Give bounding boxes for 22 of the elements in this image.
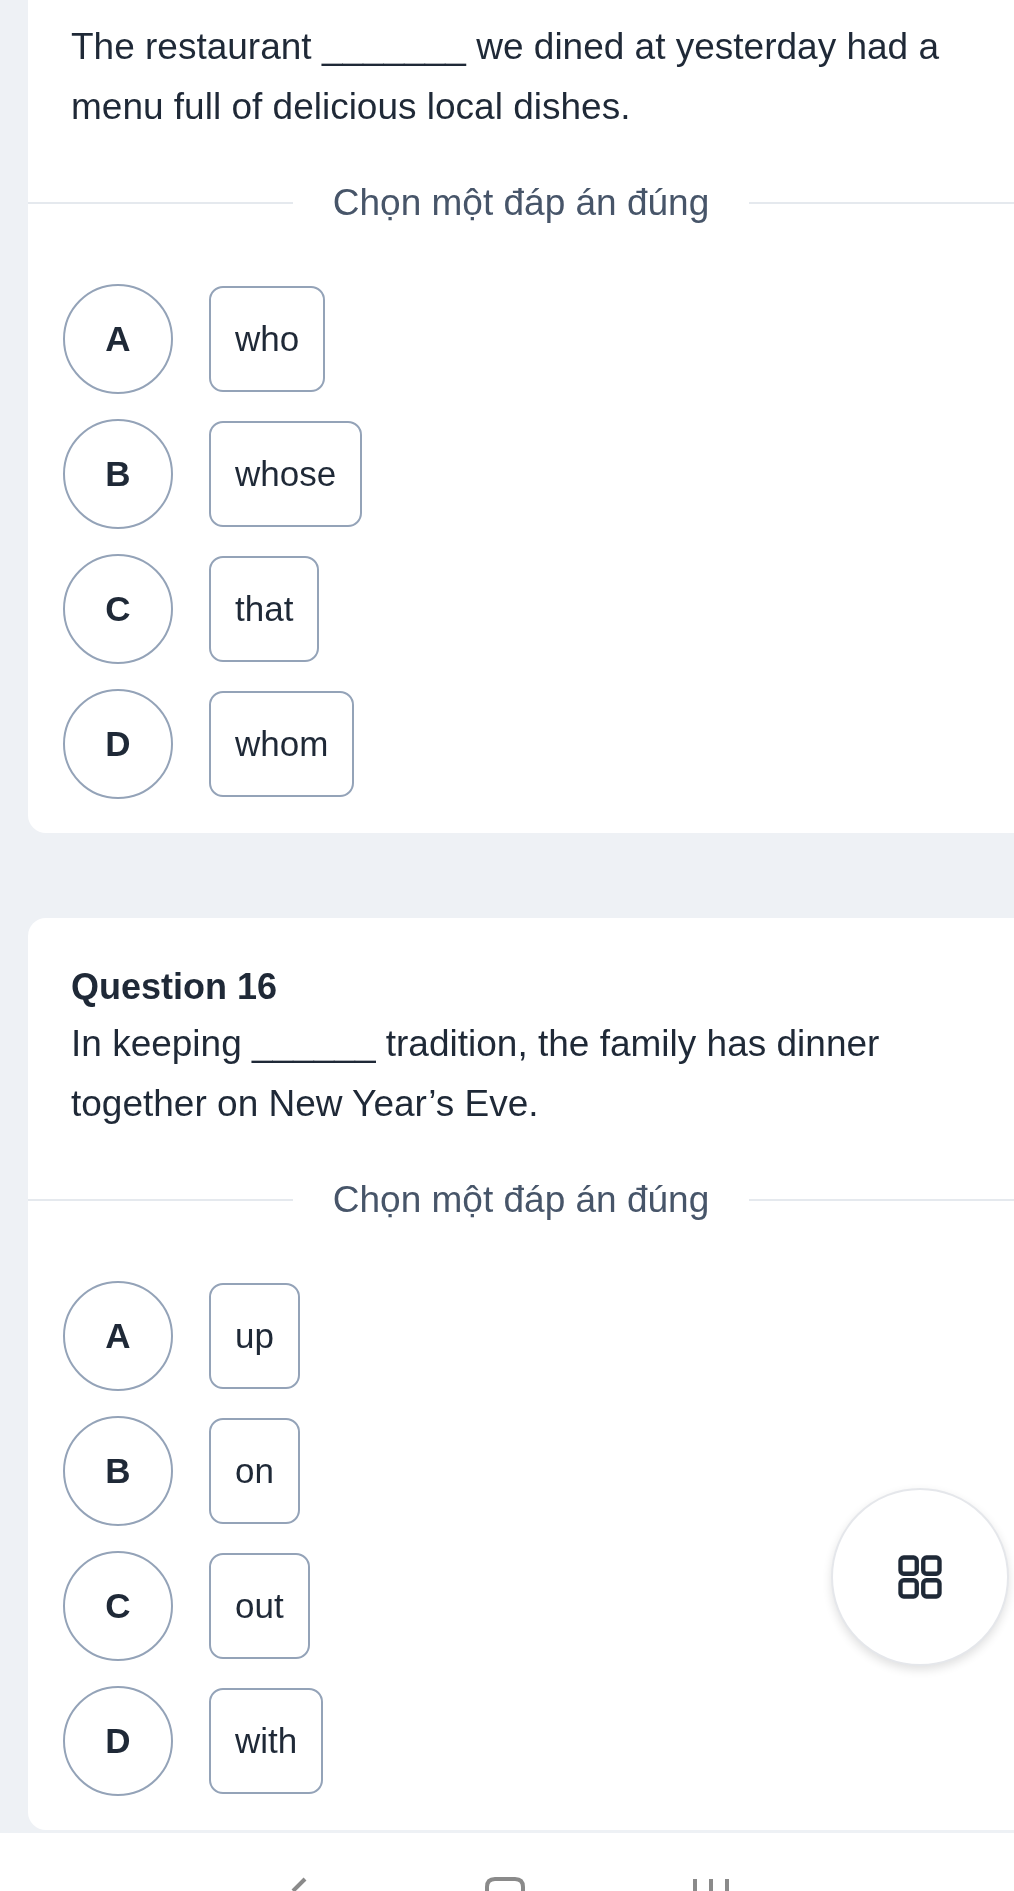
answer-option[interactable]: on bbox=[209, 1418, 300, 1524]
answer-option[interactable]: who bbox=[209, 286, 326, 392]
question-text: In keeping ______ tradition, the family has dinner together on New Year’s Eve. bbox=[71, 1022, 881, 1126]
option-letter-button[interactable]: B bbox=[63, 1416, 173, 1526]
option-letter-button[interactable]: D bbox=[63, 689, 173, 799]
answer-option[interactable]: with bbox=[209, 1688, 324, 1794]
answer-option[interactable]: that bbox=[209, 556, 320, 662]
answer-option[interactable]: up bbox=[209, 1283, 300, 1389]
question-title: Question 16 bbox=[71, 966, 279, 1008]
instruction-label: Chọn một đáp án đúng bbox=[331, 1179, 711, 1221]
option-letter-button[interactable]: A bbox=[63, 1281, 173, 1391]
option-letter-button[interactable]: B bbox=[63, 419, 173, 529]
option-letter-button[interactable]: C bbox=[63, 554, 173, 664]
question-text: The restaurant _______ we dined at yesterday had a menu full of delicious local dishes. bbox=[71, 25, 941, 129]
option-letter-button[interactable]: C bbox=[63, 1551, 173, 1661]
answer-option[interactable]: out bbox=[209, 1553, 310, 1659]
option-letter-button[interactable]: A bbox=[63, 284, 173, 394]
instruction-label: Chọn một đáp án đúng bbox=[331, 182, 711, 224]
option-letter-button[interactable]: D bbox=[63, 1686, 173, 1796]
answer-option[interactable]: whose bbox=[209, 421, 363, 527]
answer-option[interactable]: whom bbox=[209, 691, 355, 797]
home-icon[interactable] bbox=[483, 1877, 527, 1891]
